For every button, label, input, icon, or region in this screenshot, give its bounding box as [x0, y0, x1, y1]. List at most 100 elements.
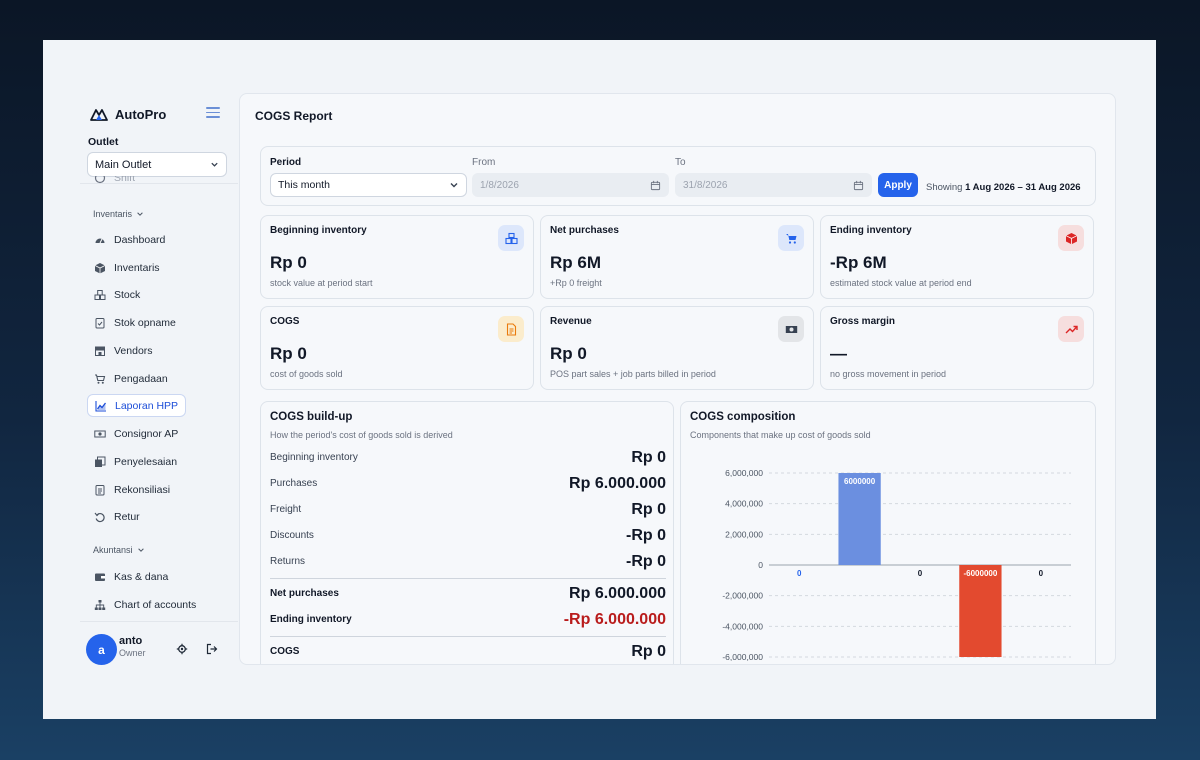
sidebar-item-chart-of-accounts[interactable]: Chart of accounts: [87, 593, 196, 616]
filter-bar: Period This month From 1/8/2026 To 31/8/…: [260, 146, 1096, 206]
sidebar-item-label: Stok opname: [114, 316, 176, 329]
sidebar-item-label: Chart of accounts: [114, 598, 197, 611]
document-icon: [506, 322, 516, 336]
from-date-input[interactable]: 1/8/2026: [472, 173, 669, 197]
apply-button[interactable]: Apply: [878, 173, 918, 197]
boxes-icon: [94, 289, 106, 300]
from-date-value: 1/8/2026: [480, 179, 519, 191]
period-select[interactable]: This month: [270, 173, 467, 197]
box-icon: [94, 262, 106, 273]
section-title: COGS build-up: [270, 411, 353, 423]
kpi-icon-badge: [1058, 225, 1084, 251]
logout-icon[interactable]: [206, 643, 218, 655]
clipboard-check-icon: [95, 317, 105, 328]
kpi-icon-badge: [498, 225, 524, 251]
gear-icon[interactable]: [176, 643, 188, 655]
to-label: To: [675, 157, 686, 168]
kpi-icon-badge: [778, 225, 804, 251]
to-date-input[interactable]: 31/8/2026: [675, 173, 872, 197]
row-value: Rp 6.000.000: [569, 585, 666, 602]
copy-icon: [95, 456, 106, 467]
x-tick-label: Ending: [968, 663, 993, 665]
menu-toggle-icon[interactable]: [206, 107, 220, 119]
section-title: COGS composition: [690, 411, 796, 423]
kpi-value: Rp 6M: [550, 253, 601, 272]
row-label: COGS: [270, 646, 300, 657]
x-tick-label: Beginning: [781, 663, 817, 665]
sidebar-item-vendors[interactable]: Vendors: [87, 339, 153, 362]
kpi-subtitle: estimated stock value at period end: [830, 278, 972, 288]
wallet-icon: [95, 573, 105, 581]
row-value: -Rp 6.000.000: [563, 611, 666, 628]
data-label: 6000000: [844, 477, 876, 486]
sidebar-item-dashboard[interactable]: Dashboard: [87, 228, 165, 251]
sidebar-item-consignor-ap[interactable]: Consignor AP: [87, 422, 178, 445]
kpi-title: Revenue: [550, 316, 592, 327]
autopro-logo-icon: [90, 108, 108, 121]
kpi-subtitle: cost of goods sold: [270, 369, 343, 379]
user-name: anto: [119, 635, 143, 647]
avatar[interactable]: a: [86, 634, 117, 665]
calendar-icon: [650, 180, 661, 190]
sidebar-item-retur[interactable]: Retur: [87, 505, 140, 528]
sidebar-item-penyelesaian[interactable]: Penyelesaian: [87, 450, 177, 473]
user-role: Owner: [119, 648, 146, 658]
sidebar-item-kas-dana[interactable]: Kas & dana: [87, 565, 168, 588]
cogs-composition-card: COGS composition Components that make up…: [680, 401, 1096, 665]
sidebar-item-inventaris[interactable]: Inventaris: [87, 256, 160, 279]
clipboard-icon: [95, 484, 105, 495]
section-inventaris[interactable]: Inventaris: [93, 209, 144, 219]
data-label: 0: [797, 569, 802, 578]
cogs-buildup-card: COGS build-up How the period's cost of g…: [260, 401, 674, 664]
tree-icon: [94, 599, 106, 610]
bar: [959, 565, 1002, 657]
sidebar-item-label: Retur: [114, 510, 140, 523]
kpi-title: Net purchases: [550, 225, 619, 236]
sidebar-item-stok-opname[interactable]: Stok opname: [87, 311, 176, 334]
kpi-title: Gross margin: [830, 316, 896, 327]
row-label: Purchases: [270, 478, 318, 489]
gauge-icon: [95, 238, 105, 243]
kpi-value: —: [830, 344, 847, 363]
sidebar-item-label: Pengadaan: [114, 372, 168, 385]
divider: [270, 578, 666, 579]
data-label: -6000000: [963, 569, 997, 578]
y-tick-label: -2,000,000: [722, 591, 763, 601]
brand[interactable]: AutoPro: [90, 107, 166, 122]
row-label: Net purchases: [270, 588, 339, 599]
outlet-select[interactable]: Main Outlet: [87, 152, 227, 177]
row-label: Returns: [270, 556, 306, 567]
kpi-title: Ending inventory: [830, 225, 912, 236]
showing-range: Showing 1 Aug 2026 – 31 Aug 2026: [926, 182, 1081, 193]
sidebar-item-label: Kas & dana: [114, 570, 169, 583]
buildup-row: Discounts -Rp 0: [270, 527, 666, 549]
buildup-row: Returns -Rp 0: [270, 553, 666, 575]
cart-icon: [785, 233, 796, 244]
sidebar-item-pengadaan[interactable]: Pengadaan: [87, 367, 168, 390]
sidebar-item-label: Stock: [114, 288, 141, 301]
kpi-icon-badge: [1058, 316, 1084, 342]
sidebar-item-stock[interactable]: Stock: [87, 283, 140, 306]
chart-icon: [95, 400, 107, 412]
cart-icon: [95, 373, 106, 384]
showing-prefix: Showing: [926, 182, 963, 193]
y-tick-label: 4,000,000: [725, 499, 763, 509]
buildup-row: Purchases Rp 6.000.000: [270, 475, 666, 497]
data-label: 0: [918, 569, 923, 578]
row-value: Rp 0: [631, 643, 666, 660]
sidebar-item-label: Rekonsiliasi: [114, 483, 171, 496]
kpi-value: Rp 0: [550, 344, 587, 363]
kpi-value: -Rp 6M: [830, 253, 887, 272]
buildup-row: Beginning inventory Rp 0: [270, 449, 666, 471]
user-menu: a anto Owner: [76, 634, 238, 674]
kpi-cogs: COGS Rp 0 cost of goods sold: [260, 306, 534, 390]
sidebar-item-rekonsiliasi[interactable]: Rekonsiliasi: [87, 478, 170, 501]
app-window: AutoPro Outlet Main Outlet Shift Inventa…: [43, 40, 1156, 719]
period-select-value: This month: [278, 179, 330, 191]
buildup-row-total: Net purchases Rp 6.000.000: [270, 585, 666, 607]
row-label: Beginning inventory: [270, 452, 358, 463]
money-icon: [94, 430, 106, 437]
section-akuntansi[interactable]: Akuntansi: [93, 545, 145, 555]
row-value: -Rp 0: [626, 527, 666, 544]
sidebar-item-laporan-hpp[interactable]: Laporan HPP: [87, 394, 186, 417]
